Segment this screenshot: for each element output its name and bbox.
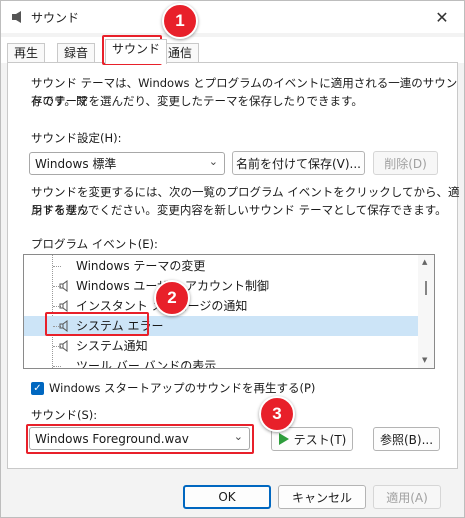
title-bar: サウンド ✕ [1, 1, 464, 33]
chevron-down-icon: ⌄ [233, 430, 243, 443]
list-item[interactable]: システム通知 [24, 336, 418, 356]
checkmark-icon: ✓ [33, 383, 42, 394]
save-as-button[interactable]: 名前を付けて保存(V)... [232, 151, 365, 175]
step-badge-2: 2 [154, 280, 190, 316]
tab-strip: 再生 録音 サウンド 通信 [1, 37, 464, 64]
speaker-icon [59, 300, 68, 312]
startup-sound-label: Windows スタートアップのサウンドを再生する(P) [49, 381, 316, 395]
sound-scheme-select[interactable]: Windows 標準 ⌄ [29, 152, 225, 175]
chevron-down-icon: ⌄ [208, 155, 218, 168]
scroll-up-icon[interactable]: ▲ [422, 258, 427, 266]
delete-button[interactable]: 削除(D) [373, 151, 438, 175]
close-button[interactable]: ✕ [428, 5, 456, 29]
scrollbar-thumb[interactable] [425, 281, 427, 295]
program-events-label: プログラム イベント(E): [31, 237, 158, 251]
list-item-selected[interactable]: システム エラー [24, 316, 418, 336]
apply-button[interactable]: 適用(A) [373, 485, 441, 509]
window-title: サウンド [31, 11, 80, 25]
sound-file-value: Windows Foreground.wav [35, 431, 189, 446]
sound-scheme-value: Windows 標準 [35, 157, 117, 171]
tab-sounds[interactable]: サウンド [105, 39, 168, 64]
ok-button[interactable]: OK [183, 485, 271, 509]
theme-description-line-2: 存のテーマを選んだり、変更したテーマを保存したりできます。 [31, 94, 363, 108]
speaker-icon [59, 320, 68, 332]
speaker-icon [12, 11, 21, 23]
step-badge-1: 1 [162, 3, 198, 39]
dialog-footer: OK キャンセル 適用(A) [1, 471, 464, 517]
browse-button[interactable]: 参照(B)... [373, 427, 440, 451]
list-item[interactable]: インスタント メッセージの通知 [24, 296, 418, 316]
startup-sound-checkbox[interactable]: ✓ [31, 382, 44, 395]
list-item[interactable]: ツール バー バンドの表示 [24, 356, 418, 368]
sound-scheme-label: サウンド設定(H): [31, 131, 122, 145]
test-button-label: テスト(T) [293, 432, 347, 447]
cancel-button[interactable]: キャンセル [278, 485, 366, 509]
sound-dialog: サウンド ✕ 再生 録音 サウンド 通信 サウンド テーマは、Windows と… [0, 0, 465, 518]
list-item[interactable]: Windows テーマの変更 [24, 256, 418, 276]
speaker-icon [59, 280, 68, 292]
speaker-icon [59, 340, 68, 352]
list-item[interactable]: Windows ユーザー アカウント制御 [24, 276, 418, 296]
close-icon: ✕ [435, 7, 449, 27]
tab-playback[interactable]: 再生 [7, 43, 46, 63]
sound-file-select[interactable]: Windows Foreground.wav ⌄ [29, 427, 250, 450]
program-events-list[interactable]: Windows テーマの変更 Windows ユーザー アカウント制御 インスタ… [23, 254, 435, 369]
play-icon [278, 433, 289, 445]
sounds-label: サウンド(S): [31, 408, 98, 422]
scroll-down-icon[interactable]: ▼ [422, 356, 427, 364]
step-badge-3: 3 [259, 396, 295, 432]
events-scrollbar[interactable]: ▲ ▼ [418, 255, 434, 368]
tab-recording[interactable]: 録音 [57, 43, 96, 63]
change-instructions-line-2: ンドを選んでください。変更内容を新しいサウンド テーマとして保存できます。 [31, 203, 447, 217]
